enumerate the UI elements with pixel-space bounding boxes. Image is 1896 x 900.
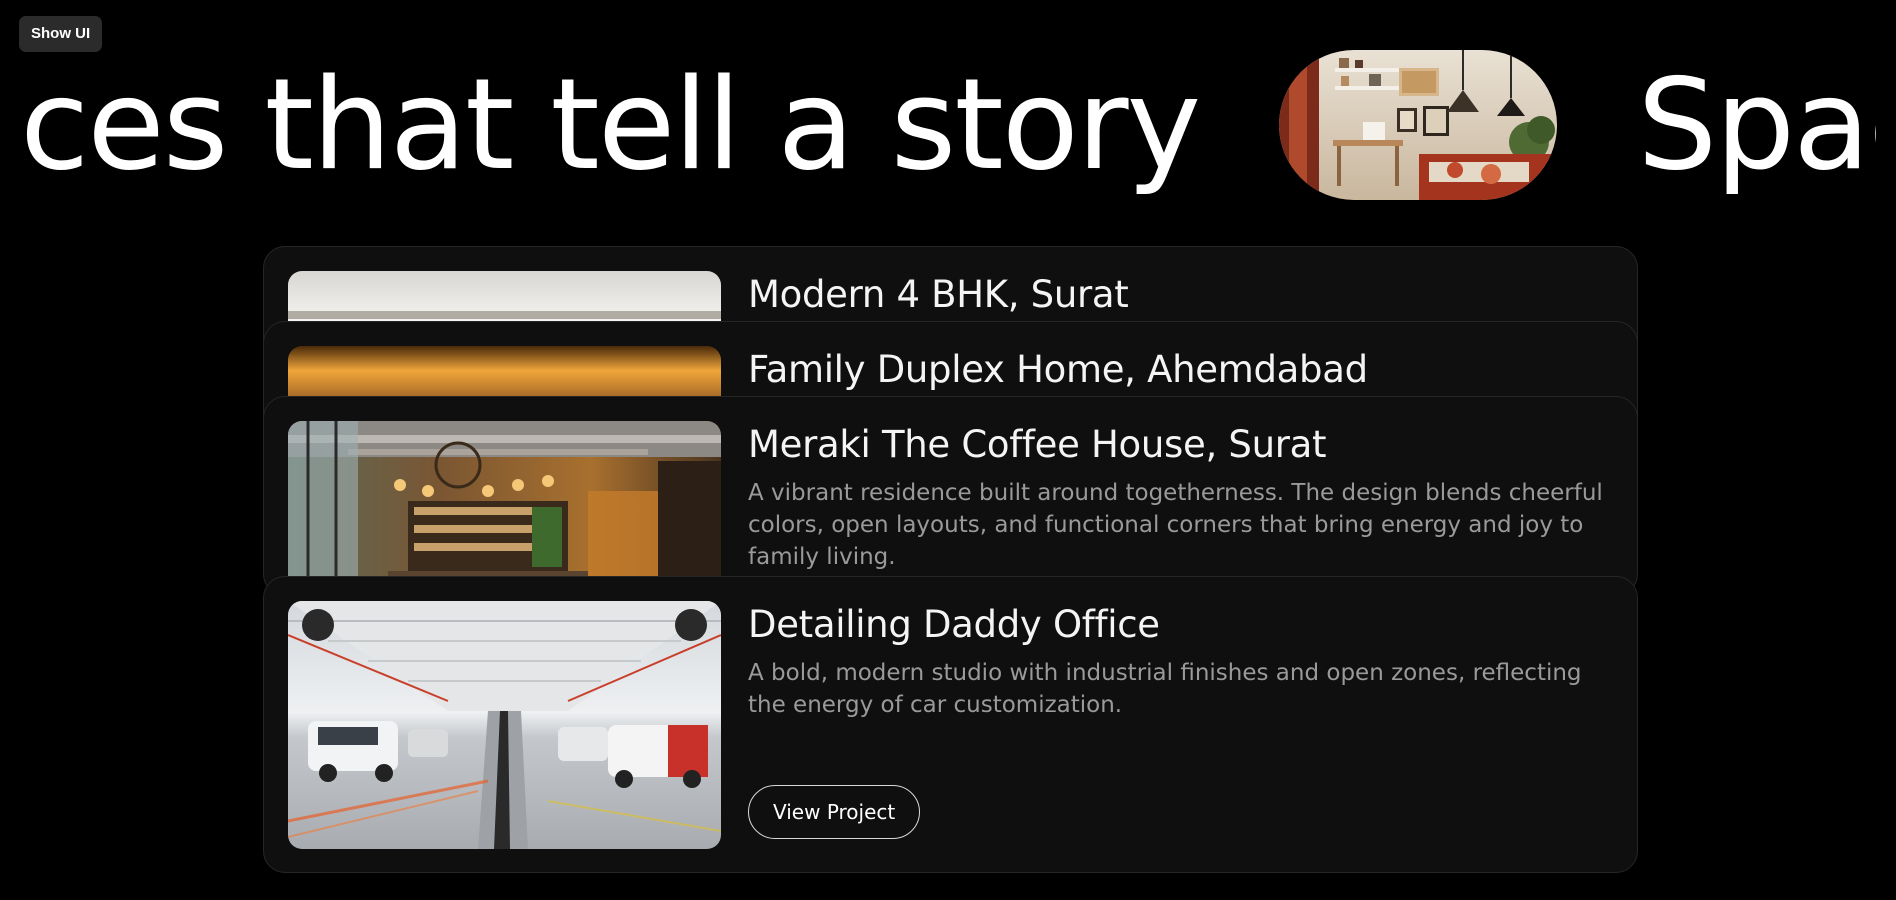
project-title: Detailing Daddy Office (748, 603, 1160, 646)
project-thumbnail[interactable] (288, 421, 721, 595)
marquee-pill-image (1279, 50, 1558, 200)
project-description: A vibrant residence built around togethe… (748, 480, 1603, 570)
page: Show UI ces that tell a story Spa Modern… (0, 0, 1896, 900)
view-project-button[interactable]: View Project (748, 785, 921, 839)
marquee-track: ces that tell a story Spa (20, 40, 1876, 210)
marquee-text: ces that tell a story (20, 51, 1201, 198)
hero-marquee: ces that tell a story Spa (0, 40, 1876, 210)
project-title: Meraki The Coffee House, Surat (748, 423, 1327, 466)
bedroom-interior-image (1279, 50, 1558, 200)
project-image (288, 601, 721, 849)
project-card[interactable]: Detailing Daddy Office A bold, modern st… (263, 576, 1638, 873)
project-description: A bold, modern studio with industrial fi… (748, 660, 1582, 718)
project-stack: Modern 4 BHK, Surat Family Duplex Home, … (263, 246, 1638, 873)
project-thumbnail[interactable] (288, 601, 721, 849)
project-title: Family Duplex Home, Ahemdabad (748, 348, 1368, 391)
marquee-text-next: Spac (1637, 51, 1876, 198)
project-card[interactable]: Meraki The Coffee House, Surat A vibrant… (263, 396, 1638, 596)
project-title: Modern 4 BHK, Surat (748, 273, 1129, 316)
project-image (288, 421, 721, 595)
